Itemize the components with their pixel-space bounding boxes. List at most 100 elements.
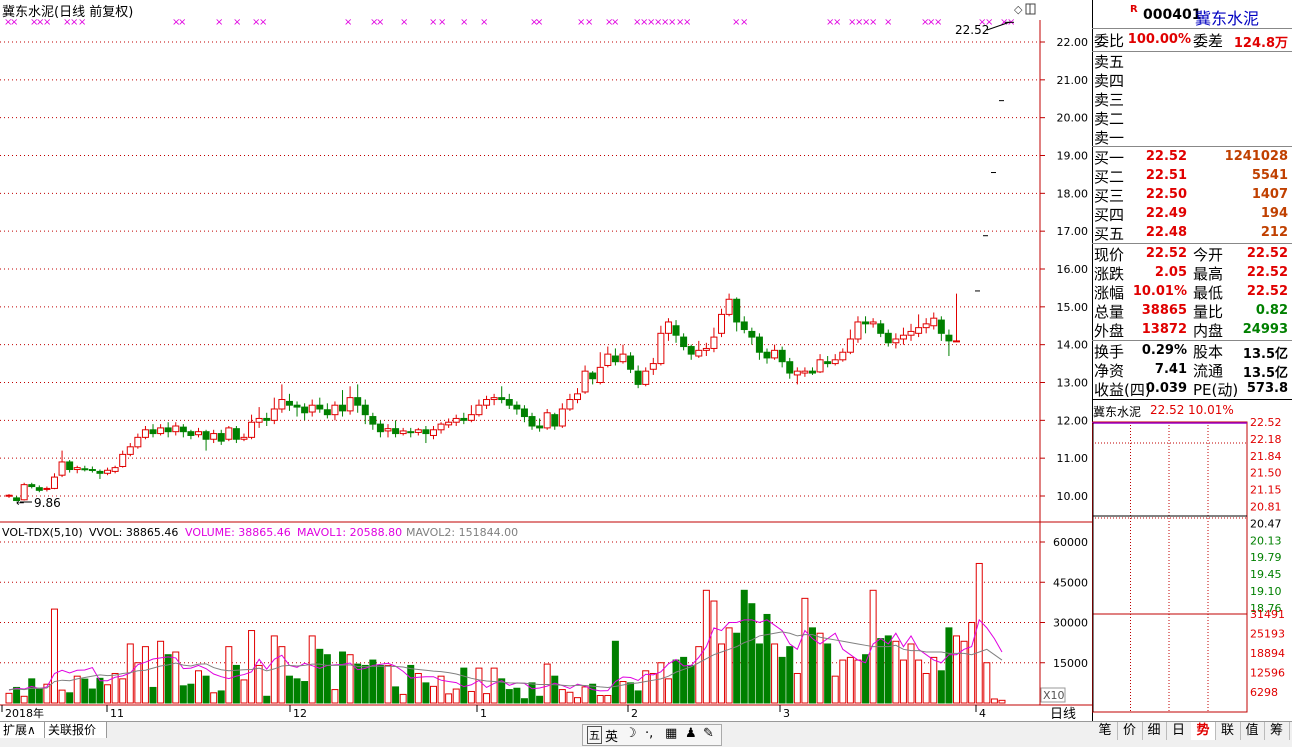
weibi-row: 委比 100.00% 委差 124.8万 (1094, 32, 1288, 51)
stat-row: 换手 0.29% 股本 13.5亿 (1092, 342, 1292, 362)
buy-level-label: 买三 (1094, 187, 1125, 205)
right-tab[interactable]: 筹 (1265, 722, 1290, 740)
candle-body (581, 370, 589, 393)
stat-label: 换手 (1094, 343, 1125, 361)
candle-body (505, 399, 513, 406)
volume-bar (392, 686, 400, 704)
stat-label: 最低 (1193, 284, 1224, 302)
candle-body (323, 409, 331, 416)
expand-tab[interactable]: 扩展∧ (0, 722, 45, 738)
sell-level-row: 卖三 (1092, 90, 1292, 109)
right-tab[interactable]: 价 (1118, 722, 1143, 740)
right-tab[interactable]: 势 (1191, 722, 1216, 740)
volume-bar (748, 603, 756, 704)
volume-bar (801, 597, 809, 704)
candle-body (589, 372, 597, 380)
limit-up-marks (975, 21, 1014, 292)
candle-body (558, 408, 566, 427)
price-tick-label: 20.00 (1057, 112, 1089, 125)
volume-bar (968, 622, 976, 704)
ime-toolbar[interactable]: 五 英 ☽ ·, ▦ ♟ ✎ (582, 724, 722, 746)
mini-price-tick: 21.50 (1250, 467, 1282, 480)
volume-bar (839, 659, 847, 704)
volume-bar (581, 686, 589, 704)
volume-bar (627, 682, 635, 704)
volume-bar (202, 675, 210, 704)
volume-bar (596, 694, 604, 704)
candlesticks[interactable] (5, 293, 960, 502)
buy-level-label: 买一 (1094, 149, 1125, 167)
candle-body (66, 461, 74, 471)
right-tab[interactable]: 笔 (1093, 722, 1118, 740)
candle-body (126, 446, 134, 455)
candle-body (733, 298, 741, 323)
volume-bar (429, 685, 437, 704)
candle-body (763, 351, 771, 359)
ime-english[interactable]: 英 (605, 726, 618, 745)
vol-indicator-name[interactable]: VOL-TDX(5,10) (2, 526, 83, 539)
candle-body (642, 370, 650, 385)
moon-icon[interactable]: ☽ (625, 726, 637, 741)
period-label[interactable]: 日线 (1050, 707, 1076, 722)
stat-label: 今开 (1193, 246, 1224, 264)
candle-body (596, 366, 604, 384)
month-label: 2 (631, 707, 638, 720)
bottom-bar: 扩展∧ 关联报价 五 英 ☽ ·, ▦ ♟ ✎ 笔价细日势联值筹 (0, 721, 1292, 747)
candle-body (937, 319, 945, 334)
stat-label: 内盘 (1193, 322, 1224, 340)
volume-bar (361, 664, 369, 704)
candle-body (339, 404, 347, 412)
kline-chart-panel[interactable]: 冀东水泥(日线 前复权) ◇ × × × × × × × × × × × × × × × × × × × × × × × × ×… (0, 0, 1093, 722)
low-price-label: 9.86 (34, 496, 61, 510)
clothes-icon[interactable]: ♟ (685, 726, 697, 741)
stat-value: 22.52 (1246, 284, 1288, 299)
kline-svg[interactable]: 冀东水泥(日线 前复权) ◇ ×× ××× ×× × ×× × × ×× × ×× × × × × × ×× ×… (0, 0, 1092, 722)
right-tab[interactable]: 日 (1167, 722, 1192, 740)
ime-five-icon[interactable]: 五 (587, 726, 602, 744)
candle-body (43, 487, 51, 490)
candle-body (119, 453, 127, 467)
volume-bar (172, 651, 180, 704)
candle-body (702, 347, 710, 351)
right-tab[interactable]: 细 (1142, 722, 1167, 740)
candle-body (574, 393, 581, 401)
info-mark-icon: × (78, 17, 86, 28)
volume-bar (513, 687, 521, 704)
stat-value: 0.039 (1145, 381, 1187, 396)
candle-body (248, 421, 256, 438)
volume-bar (740, 589, 748, 704)
volume-bar (786, 646, 794, 704)
volume-bar (953, 635, 960, 704)
candle-body (217, 433, 225, 442)
diamond-icon[interactable]: ◇ (1014, 3, 1023, 16)
volume-bar (937, 670, 945, 704)
info-mark-icon: × (376, 17, 384, 28)
mini-price-tick: 21.84 (1250, 450, 1282, 463)
mini-intraday-chart[interactable]: 22.52 22.18 21.84 21.50 21.15 20.81 20.47 20.13… (1092, 418, 1292, 718)
candle-body (551, 414, 559, 427)
info-mine-marks[interactable]: ×× ××× ×× × ×× × × ×× × ×× × × × × × ×× × × ×× ×××××× ×× × × ××… (4, 17, 1015, 28)
stock-name[interactable]: 冀东水泥 (1195, 5, 1259, 29)
volume-bar (187, 683, 195, 704)
volume-bar (285, 675, 293, 704)
candle-body (862, 321, 870, 325)
candle-body (483, 399, 491, 406)
wrench-icon[interactable]: ✎ (703, 726, 714, 741)
candle-body (354, 397, 362, 406)
info-mark-icon: × (740, 17, 748, 28)
candle-body (892, 338, 900, 344)
volume-bar (915, 659, 923, 704)
right-tab[interactable]: 值 (1240, 722, 1265, 740)
candle-body (945, 334, 953, 342)
dot-icon[interactable]: ·, (645, 726, 653, 741)
volume-bar (490, 667, 498, 704)
volume-bar (346, 654, 354, 704)
keyboard-icon[interactable]: ▦ (665, 726, 677, 741)
volume-bar (831, 675, 839, 704)
right-tab[interactable]: 联 (1216, 722, 1241, 740)
related-quotes-tab[interactable]: 关联报价 (45, 722, 107, 738)
buy-level-volume: 1407 (1251, 187, 1288, 202)
volume-bar (505, 689, 513, 704)
candle-body (164, 427, 172, 433)
candle-body (604, 353, 612, 366)
